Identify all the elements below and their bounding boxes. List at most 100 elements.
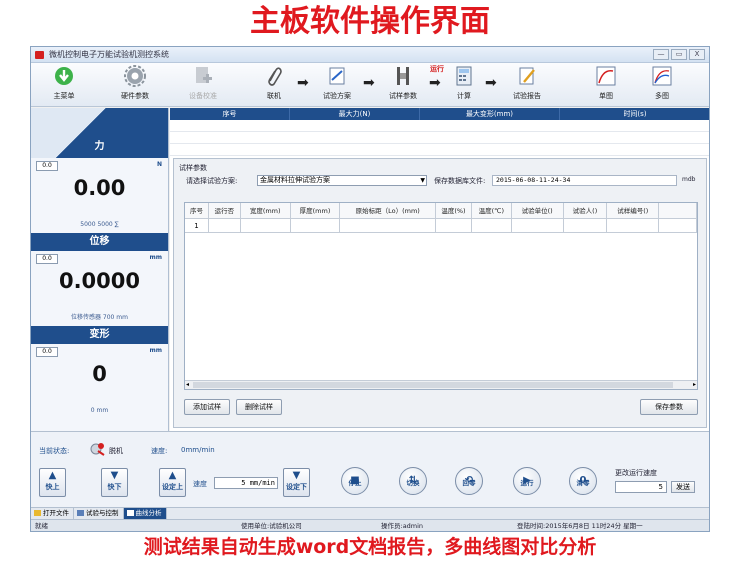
connect-button[interactable]: 联机: [261, 65, 287, 101]
run-flow-label: 运行: [430, 65, 444, 73]
return-zero-button[interactable]: ⟲ 回零: [453, 467, 485, 495]
force-unit: N: [156, 161, 162, 168]
bottom-tabs: 打开文件 试验与控制 曲线分析: [31, 507, 709, 519]
test-plan-value: 金属材料拉伸试验方案: [260, 176, 330, 184]
displacement-label: 位移: [31, 233, 168, 251]
down-arrow-icon: [55, 67, 73, 85]
test-report-button[interactable]: 试验报告: [507, 65, 547, 101]
send-button[interactable]: 发送: [671, 481, 695, 493]
calculator-icon: [456, 66, 472, 86]
flow-arrow-icon: ➡: [485, 75, 497, 91]
table-row[interactable]: 1: [185, 219, 697, 233]
control-icon: [77, 510, 84, 516]
save-params-button[interactable]: 保存参数: [640, 399, 698, 415]
fast-down-button[interactable]: ▼ 快下: [101, 468, 128, 497]
change-speed-label: 更改运行速度: [615, 469, 657, 477]
tab-test-control[interactable]: 试验与控制: [74, 508, 124, 519]
device-adjust-button[interactable]: 设备校准: [185, 65, 221, 101]
app-icon: [35, 51, 44, 59]
specimen-grid[interactable]: 序号 运行否 宽度(mm) 厚度(mm) 原始标距（Lo）(mm) 温度(%) …: [184, 202, 698, 390]
test-plan-button[interactable]: 试验方案: [317, 65, 357, 101]
displacement-sensor: 位移传感器 700 mm: [71, 314, 128, 321]
fast-up-button[interactable]: ▲ 快上: [39, 468, 66, 497]
minimize-button[interactable]: —: [653, 49, 669, 60]
grid-col-gauge: 原始标距（Lo）(mm): [340, 203, 437, 218]
hardware-params-button[interactable]: 硬件参数: [117, 65, 153, 101]
chart-icon: [126, 510, 134, 516]
stop-button[interactable]: ■ 停止: [339, 467, 371, 495]
single-chart-button[interactable]: 单图: [593, 65, 619, 101]
table-row: [170, 144, 709, 156]
deformation-label: 变形: [31, 326, 168, 344]
report-icon: [519, 67, 535, 85]
window-controls: — ▭ X: [653, 49, 705, 60]
app-window: 微机控制电子万能试验机测控系统 — ▭ X 主菜单 硬件参数 设备校准 联机 ➡…: [30, 46, 710, 532]
toolbar: 主菜单 硬件参数 设备校准 联机 ➡ 试验方案 ➡ 试样参数 运行 ➡ 计算 ➡…: [31, 63, 709, 107]
deformation-readout: 0.0 mm 0 0 mm: [31, 344, 168, 419]
deformation-value: 0: [92, 362, 107, 386]
chart-icon: [596, 66, 616, 86]
clear-button[interactable]: 0 清零: [567, 467, 599, 495]
banner-title: 主板软件操作界面: [250, 4, 490, 39]
gear-icon: [124, 65, 146, 87]
main-area: 序号 最大力(N) 最大变形(mm) 时间(s) 试样参数 请选择试验方案: 金…: [170, 108, 709, 431]
multi-chart-icon: [652, 66, 672, 86]
state-label: 当前状态:: [39, 447, 70, 455]
maximize-button[interactable]: ▭: [671, 49, 687, 60]
manual-speed-input[interactable]: 5 mm/min: [214, 477, 278, 489]
save-db-label: 保存数据库文件:: [434, 177, 486, 185]
folder-icon: [34, 510, 41, 516]
add-document-icon: [196, 67, 212, 83]
results-table[interactable]: [170, 120, 709, 156]
banner-caption: 测试结果自动生成word文档报告，多曲线图对比分析: [143, 536, 597, 558]
specimen-params-panel: 试样参数 请选择试验方案: 金属材料拉伸试验方案 ▼ 保存数据库文件: 2015…: [173, 158, 707, 428]
set-down-button[interactable]: ▼ 设定下: [283, 468, 310, 497]
set-up-button[interactable]: ▲ 设定上: [159, 468, 186, 497]
up-arrow-icon: ▲: [48, 470, 57, 481]
up-arrow-icon: ▲: [168, 470, 177, 481]
change-speed-input[interactable]: 5: [615, 481, 667, 493]
horizontal-scrollbar[interactable]: ◂ ▸: [185, 380, 697, 389]
force-header: 力: [31, 108, 168, 158]
deformation-unit: mm: [149, 347, 162, 354]
table-row: [170, 120, 709, 132]
force-value: 0.00: [73, 176, 126, 200]
add-specimen-button[interactable]: 添加试样: [184, 399, 230, 415]
scroll-right-icon[interactable]: ▸: [693, 381, 696, 389]
save-db-input[interactable]: 2015-06-08-11-24-34: [492, 175, 677, 186]
scroll-left-icon[interactable]: ◂: [186, 381, 189, 389]
close-button[interactable]: X: [689, 49, 705, 60]
results-col-max-force: 最大力(N): [290, 108, 420, 120]
delete-specimen-button[interactable]: 删除试样: [236, 399, 282, 415]
window-title: 微机控制电子万能试验机测控系统: [49, 50, 169, 59]
results-col-max-deform: 最大变形(mm): [420, 108, 560, 120]
title-bar: 微机控制电子万能试验机测控系统 — ▭ X: [31, 47, 709, 63]
tab-curve-analysis[interactable]: 曲线分析: [123, 508, 167, 519]
displacement-readout: 0.0 mm 0.0000 位移传感器 700 mm: [31, 251, 168, 326]
tab-open-file[interactable]: 打开文件: [31, 508, 74, 519]
multi-chart-button[interactable]: 多图: [649, 65, 675, 101]
displacement-zero-button[interactable]: 0.0: [36, 254, 58, 264]
grid-col-tester: 试验人(): [564, 203, 608, 218]
calculate-button[interactable]: 计算: [449, 65, 479, 101]
results-col-index: 序号: [170, 108, 290, 120]
grid-col-humidity: 温度(%): [436, 203, 472, 218]
force-zero-button[interactable]: 0.0: [36, 161, 58, 171]
switch-button[interactable]: ⇅ 切换: [397, 467, 429, 495]
specimen-params-button[interactable]: 试样参数: [383, 65, 423, 101]
specimen-icon: [397, 67, 409, 85]
grid-col-width: 宽度(mm): [241, 203, 291, 218]
test-plan-select[interactable]: 金属材料拉伸试验方案 ▼: [257, 175, 427, 186]
main-menu-button[interactable]: 主菜单: [49, 65, 79, 101]
grid-col-index: 序号: [185, 203, 209, 218]
chevron-down-icon: ▼: [420, 177, 425, 184]
speed-label: 速度:: [151, 447, 168, 455]
grid-col-run: 运行否: [209, 203, 241, 218]
measurement-panel: 力 0.0 N 0.00 5000 5000 ∑ 位移 0.0 mm 0.000…: [31, 108, 169, 431]
plan-document-icon: [329, 67, 345, 85]
deformation-zero-button[interactable]: 0.0: [36, 347, 58, 357]
flow-arrow-icon: ➡: [429, 75, 441, 91]
force-readout: 0.0 N 0.00 5000 5000 ∑: [31, 158, 168, 233]
scroll-thumb[interactable]: [193, 382, 673, 388]
run-button[interactable]: ▶ 运行: [511, 467, 543, 495]
